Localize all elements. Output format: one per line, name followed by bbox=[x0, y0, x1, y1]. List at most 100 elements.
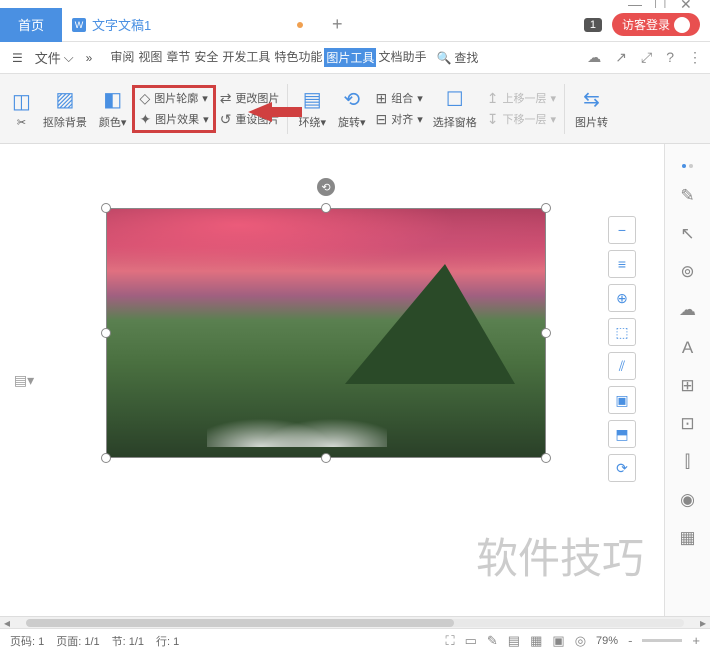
cloud-icon[interactable]: ☁ bbox=[587, 49, 601, 66]
remove-bg-button[interactable]: ▨ 抠除背景 bbox=[37, 79, 93, 139]
float-effect[interactable]: ⬒ bbox=[608, 420, 636, 448]
float-select[interactable]: ▣ bbox=[608, 386, 636, 414]
text-tool-icon[interactable]: A bbox=[682, 338, 693, 358]
float-crop[interactable]: ⫽ bbox=[608, 352, 636, 380]
target-tool-icon[interactable]: ⊚ bbox=[680, 262, 694, 282]
rotate-handle[interactable]: ⟲ bbox=[317, 178, 335, 196]
view-edit-icon[interactable]: ✎ bbox=[487, 633, 498, 649]
resize-handle-tl[interactable] bbox=[101, 203, 111, 213]
sidebar-pager[interactable] bbox=[682, 164, 693, 168]
view-eye-icon[interactable]: ◎ bbox=[575, 633, 586, 649]
float-rotate[interactable]: ⟳ bbox=[608, 454, 636, 482]
doc-title: 文字文稿1 bbox=[92, 15, 151, 34]
ribbon: ◫ ✂ ▨ 抠除背景 ◧ 颜色▾ ◇图片轮廓▾ ✦图片效果▾ ⇄更改图片 ↺重设… bbox=[0, 74, 710, 144]
status-page: 页面: 1/1 bbox=[56, 633, 99, 649]
annotation-arrow-icon bbox=[248, 102, 272, 122]
help-icon[interactable]: ? bbox=[666, 49, 674, 66]
more-icon[interactable]: ⋮ bbox=[688, 49, 702, 66]
select-pane-icon: ☐ bbox=[446, 87, 464, 112]
more-tool-icon[interactable]: ▦ bbox=[679, 528, 695, 548]
view-fullscreen-icon[interactable]: ⛶ bbox=[445, 633, 454, 649]
status-line: 行: 1 bbox=[156, 633, 179, 649]
menu-review[interactable]: 审阅 bbox=[108, 48, 136, 67]
resize-handle-bl[interactable] bbox=[101, 453, 111, 463]
resize-handle-tm[interactable] bbox=[321, 203, 331, 213]
menu-view[interactable]: 视图 bbox=[136, 48, 164, 67]
menu-picture-tools[interactable]: 图片工具 bbox=[324, 48, 376, 67]
view-read-icon[interactable]: ▭ bbox=[465, 633, 477, 649]
change-icon: ⇄ bbox=[220, 90, 232, 107]
select-pane-button[interactable]: ☐ 选择窗格 bbox=[427, 79, 483, 139]
chart-tool-icon[interactable]: ⫿ bbox=[685, 452, 690, 472]
zoom-in-button[interactable]: + bbox=[692, 633, 700, 648]
table-tool-icon[interactable]: ⊞ bbox=[680, 376, 694, 396]
selected-image[interactable]: ⟲ bbox=[106, 208, 546, 458]
resize-handle-ml[interactable] bbox=[101, 328, 111, 338]
convert-icon: ⇆ bbox=[583, 87, 600, 112]
effects-button[interactable]: ✦图片效果▾ bbox=[139, 111, 208, 128]
outline-icon: ◇ bbox=[139, 90, 150, 107]
menu-devtools[interactable]: 开发工具 bbox=[220, 48, 272, 67]
outline-toggle-icon[interactable]: ▤▾ bbox=[14, 372, 34, 389]
resize-handle-br[interactable] bbox=[541, 453, 551, 463]
menu-security[interactable]: 安全 bbox=[192, 48, 220, 67]
float-zoom-in[interactable]: ⊕ bbox=[608, 284, 636, 312]
status-page-code: 页码: 1 bbox=[10, 633, 44, 649]
hamburger-icon[interactable]: ☰ bbox=[8, 49, 27, 67]
settings-tool-icon[interactable]: ◉ bbox=[680, 490, 695, 510]
scrollbar-thumb[interactable] bbox=[26, 619, 454, 627]
search-button[interactable]: 🔍 查找 bbox=[432, 47, 482, 68]
float-zoom-out[interactable]: − bbox=[608, 216, 636, 244]
cursor-tool-icon[interactable]: ↖ bbox=[680, 224, 694, 244]
resize-handle-tr[interactable] bbox=[541, 203, 551, 213]
view-web-icon[interactable]: ▣ bbox=[552, 633, 564, 649]
crop-icon: ◫ bbox=[12, 89, 31, 114]
menu-chapter[interactable]: 章节 bbox=[164, 48, 192, 67]
horizontal-scrollbar[interactable]: ◂ ▸ bbox=[0, 616, 710, 628]
float-layout[interactable]: ≡ bbox=[608, 250, 636, 278]
menu-doc-helper[interactable]: 文档助手 bbox=[376, 48, 428, 67]
resize-handle-mr[interactable] bbox=[541, 328, 551, 338]
zoom-level[interactable]: 79% bbox=[596, 635, 618, 647]
convert-button[interactable]: ⇆ 图片转 bbox=[569, 79, 614, 139]
unsaved-dot-icon bbox=[297, 22, 303, 28]
float-fit[interactable]: ⬚ bbox=[608, 318, 636, 346]
menu-bar: ☰ 文件 ⌵ » 审阅 视图 章节 安全 开发工具 特色功能 图片工具 文档助手… bbox=[0, 42, 710, 74]
grid-tool-icon[interactable]: ⊡ bbox=[680, 414, 694, 434]
avatar-icon bbox=[674, 17, 690, 33]
menu-overflow[interactable]: » bbox=[82, 49, 97, 67]
notification-badge[interactable]: 1 bbox=[584, 18, 602, 32]
effects-group-highlighted: ◇图片轮廓▾ ✦图片效果▾ bbox=[132, 85, 215, 133]
move-down-button: ↧下移一层▾ bbox=[487, 111, 556, 128]
outline-button[interactable]: ◇图片轮廓▾ bbox=[139, 90, 208, 107]
image-content bbox=[106, 208, 546, 458]
group-icon: ⊞ bbox=[376, 90, 388, 107]
menu-features[interactable]: 特色功能 bbox=[272, 48, 324, 67]
cloud-tool-icon[interactable]: ☁ bbox=[679, 300, 696, 320]
resize-handle-bm[interactable] bbox=[321, 453, 331, 463]
doc-icon: W bbox=[72, 18, 86, 32]
remove-bg-icon: ▨ bbox=[55, 87, 74, 112]
right-sidebar: ✎ ↖ ⊚ ☁ A ⊞ ⊡ ⫿ ◉ ▦ bbox=[664, 144, 710, 616]
pen-tool-icon[interactable]: ✎ bbox=[680, 186, 694, 206]
rotate-button[interactable]: ⟲ 旋转▾ bbox=[332, 79, 372, 139]
file-menu[interactable]: 文件 ⌵ bbox=[31, 46, 78, 69]
zoom-out-button[interactable]: - bbox=[628, 633, 632, 648]
tab-home[interactable]: 首页 bbox=[0, 8, 62, 42]
tab-add-button[interactable]: + bbox=[323, 11, 351, 39]
login-button[interactable]: 访客登录 bbox=[612, 13, 700, 36]
expand-icon[interactable]: ⤢ bbox=[641, 49, 652, 66]
document-canvas[interactable]: ⟲ − ≡ ⊕ ⬚ ⫽ ▣ ⬒ ⟳ 软件技巧 bbox=[48, 144, 664, 616]
tab-bar: 首页 W 文字文稿1 + 1 访客登录 bbox=[0, 8, 710, 42]
view-page-icon[interactable]: ▤ bbox=[508, 633, 520, 649]
tab-document[interactable]: W 文字文稿1 bbox=[62, 8, 323, 42]
color-button[interactable]: ◧ 颜色▾ bbox=[93, 79, 133, 139]
share-icon[interactable]: ↗ bbox=[615, 49, 627, 66]
view-outline-icon[interactable]: ▦ bbox=[530, 633, 542, 649]
group-button[interactable]: ⊞组合▾ bbox=[376, 90, 423, 107]
down-icon: ↧ bbox=[487, 111, 499, 128]
status-bar: 页码: 1 页面: 1/1 节: 1/1 行: 1 ⛶ ▭ ✎ ▤ ▦ ▣ ◎ … bbox=[0, 628, 710, 652]
align-button[interactable]: ⊟对齐▾ bbox=[376, 111, 423, 128]
crop-button[interactable]: ◫ ✂ bbox=[6, 79, 37, 139]
floating-toolbar: − ≡ ⊕ ⬚ ⫽ ▣ ⬒ ⟳ bbox=[608, 216, 638, 482]
